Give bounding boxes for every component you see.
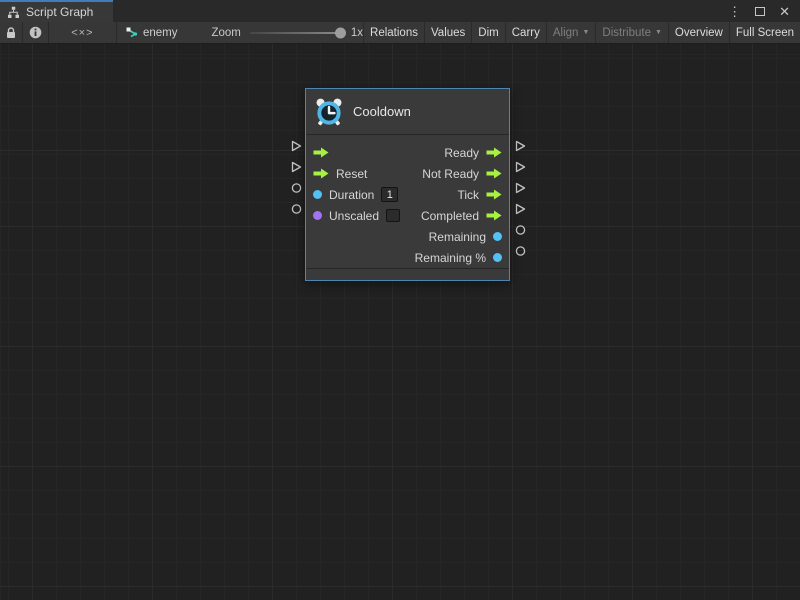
port-label: Ready [444, 146, 479, 160]
node-header[interactable]: Cooldown [306, 89, 509, 135]
flow-output-port[interactable] [515, 203, 526, 215]
value-input-port[interactable] [291, 203, 302, 215]
port-label: Duration [329, 188, 374, 202]
zoom-slider-handle[interactable] [335, 27, 346, 38]
flow-arrow-icon[interactable] [486, 210, 502, 221]
flow-arrow-icon[interactable] [486, 147, 502, 158]
script-graph-icon [126, 27, 138, 39]
dim-button[interactable]: Dim [471, 22, 504, 43]
port-label: Unscaled [329, 209, 379, 223]
window-controls: ⋮ ✕ [728, 0, 800, 22]
overview-button[interactable]: Overview [668, 22, 729, 43]
flow-arrow-icon[interactable] [486, 168, 502, 179]
chevron-down-icon: ▼ [582, 29, 589, 36]
tab-script-graph[interactable]: Script Graph [0, 0, 113, 22]
toolbar-buttons: Relations Values Dim Carry Align ▼ Distr… [363, 22, 800, 43]
lock-button[interactable] [0, 22, 22, 43]
distribute-dropdown[interactable]: Distribute ▼ [595, 22, 668, 43]
window-titlebar: Script Graph ⋮ ✕ [0, 0, 800, 22]
flow-input-port[interactable] [291, 161, 302, 173]
breadcrumb-label: enemy [143, 27, 178, 39]
flow-input-port[interactable] [291, 140, 302, 152]
duration-input[interactable] [381, 187, 398, 202]
flow-arrow-icon[interactable] [486, 189, 502, 200]
flow-output-port[interactable] [515, 161, 526, 173]
flow-arrow-icon[interactable] [313, 168, 329, 179]
carry-button[interactable]: Carry [505, 22, 546, 43]
port-row: Remaining [306, 226, 509, 247]
zoom-level: 1x [351, 27, 363, 39]
value-port-icon[interactable] [313, 211, 322, 220]
close-icon[interactable]: ✕ [779, 5, 790, 18]
alarm-clock-icon [314, 97, 344, 127]
port-row: Remaining % [306, 247, 509, 268]
zoom-label: Zoom [211, 27, 240, 39]
align-dropdown[interactable]: Align ▼ [546, 22, 596, 43]
graph-toolbar: <×> enemy Zoom 1x Relations Values Dim C… [0, 22, 800, 44]
port-label: Remaining % [415, 251, 486, 265]
port-row: Duration Tick [306, 184, 509, 205]
flow-arrow-icon[interactable] [313, 147, 329, 158]
lock-icon [6, 27, 16, 39]
port-label: Remaining [429, 230, 486, 244]
node-title: Cooldown [353, 104, 411, 119]
unscaled-checkbox[interactable] [386, 209, 400, 222]
graph-icon [7, 6, 20, 19]
port-label: Tick [457, 188, 479, 202]
relations-button[interactable]: Relations [363, 22, 424, 43]
flow-output-port[interactable] [515, 140, 526, 152]
port-row: Unscaled Completed [306, 205, 509, 226]
tab-label: Script Graph [26, 5, 93, 19]
cooldown-node[interactable]: Cooldown Ready [305, 88, 510, 281]
cooldown-node-area: Cooldown Ready [291, 88, 531, 282]
menu-icon[interactable]: ⋮ [728, 5, 741, 18]
toolbar-separator [116, 22, 117, 43]
port-label: Completed [421, 209, 479, 223]
chevron-down-icon: ▼ [655, 29, 662, 36]
flow-output-port[interactable] [515, 182, 526, 194]
value-input-port[interactable] [291, 182, 302, 194]
info-icon [29, 26, 42, 39]
port-label: Reset [336, 167, 367, 181]
zoom-control: Zoom 1x [211, 22, 363, 43]
node-footer [306, 268, 509, 280]
node-ports: Ready Reset Not Ready [306, 135, 509, 269]
value-output-port[interactable] [515, 224, 526, 236]
value-port-icon[interactable] [493, 232, 502, 241]
code-preview-button[interactable]: <×> [49, 22, 117, 43]
value-port-icon[interactable] [493, 253, 502, 262]
zoom-slider[interactable] [250, 32, 342, 34]
port-label: Not Ready [422, 167, 479, 181]
graph-canvas[interactable]: Cooldown Ready [0, 44, 800, 600]
port-row: Reset Not Ready [306, 163, 509, 184]
full-screen-button[interactable]: Full Screen [729, 22, 800, 43]
value-output-port[interactable] [515, 245, 526, 257]
breadcrumb[interactable]: enemy [126, 22, 178, 43]
value-port-icon[interactable] [313, 190, 322, 199]
info-button[interactable] [23, 22, 48, 43]
maximize-icon[interactable] [755, 7, 765, 16]
values-button[interactable]: Values [424, 22, 471, 43]
port-row: Ready [306, 142, 509, 163]
